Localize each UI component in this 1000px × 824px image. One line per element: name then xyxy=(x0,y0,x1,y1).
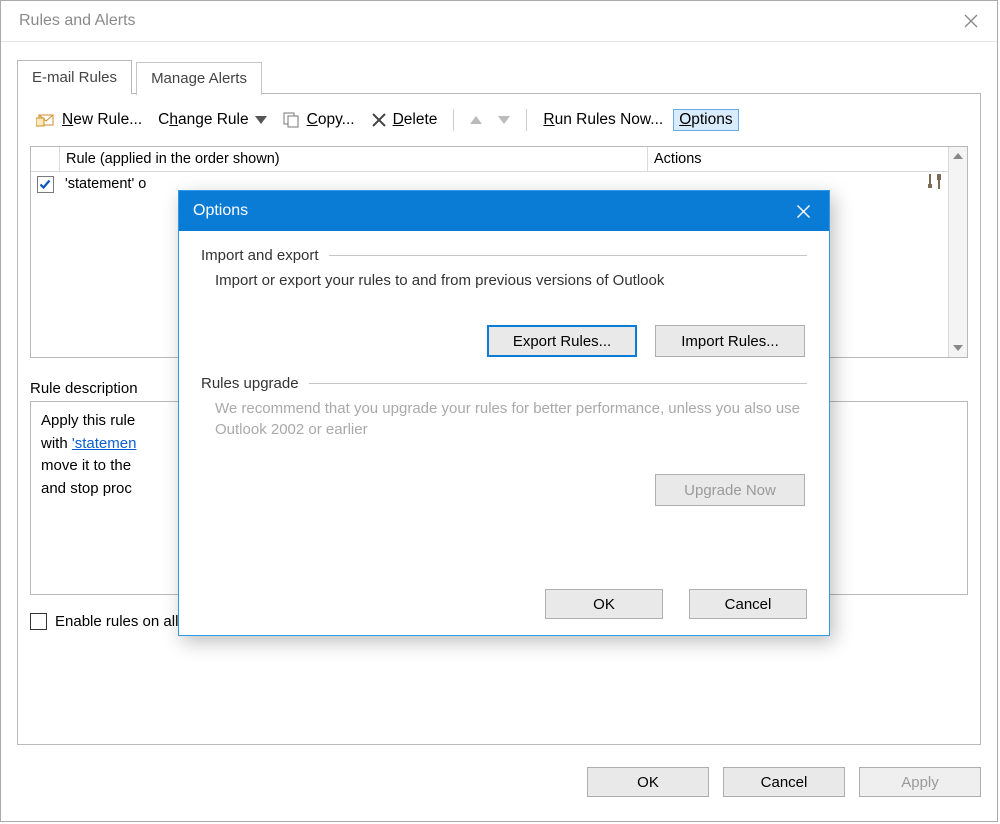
main-window-title: Rules and Alerts xyxy=(19,12,136,30)
delete-icon xyxy=(371,112,387,128)
toolbar-separator xyxy=(526,109,527,131)
rss-checkbox[interactable] xyxy=(30,613,47,630)
tabstrip: E-mail Rules Manage Alerts xyxy=(17,59,981,95)
import-export-section: Import and export Import or export your … xyxy=(201,247,807,357)
check-icon xyxy=(39,178,51,190)
rules-list-header: Rule (applied in the order shown) Action… xyxy=(31,147,948,172)
triangle-down-icon xyxy=(498,116,510,124)
import-export-title: Import and export xyxy=(201,247,319,264)
options-cancel-button[interactable]: Cancel xyxy=(689,589,807,619)
scroll-up-icon[interactable] xyxy=(949,147,967,165)
new-rule-label: New Rule... xyxy=(62,111,142,129)
options-label: Options xyxy=(679,111,732,129)
close-icon xyxy=(796,204,811,219)
tab-email-rules[interactable]: E-mail Rules xyxy=(17,60,132,94)
copy-label: Copy... xyxy=(307,111,355,129)
rules-scrollbar[interactable] xyxy=(948,147,967,357)
header-actions-col[interactable]: Actions xyxy=(648,147,948,171)
close-icon xyxy=(964,14,978,28)
options-titlebar: Options xyxy=(179,191,829,231)
rules-upgrade-title: Rules upgrade xyxy=(201,375,299,392)
main-close-button[interactable] xyxy=(949,5,993,37)
toolbar-separator xyxy=(453,109,454,131)
header-rule-col[interactable]: Rule (applied in the order shown) xyxy=(60,147,648,171)
main-apply-button: Apply xyxy=(859,767,981,797)
upgrade-now-button: Upgrade Now xyxy=(655,474,805,506)
dropdown-icon xyxy=(255,116,267,124)
options-close-button[interactable] xyxy=(781,195,825,227)
run-rules-now-label: Run Rules Now... xyxy=(543,111,663,129)
delete-label: Delete xyxy=(393,111,438,129)
change-rule-label: Change Rule xyxy=(158,111,249,129)
options-footer-buttons: OK Cancel xyxy=(545,589,807,619)
new-rule-button[interactable]: New Rule... xyxy=(30,109,148,131)
tab-manage-alerts[interactable]: Manage Alerts xyxy=(136,62,262,95)
desc-link[interactable]: 'statemen xyxy=(72,435,137,452)
rules-upgrade-desc: We recommend that you upgrade your rules… xyxy=(215,398,807,440)
header-checkbox-col xyxy=(31,147,60,171)
rule-actions-icon[interactable] xyxy=(926,173,944,195)
copy-icon xyxy=(283,112,301,128)
run-rules-now-button[interactable]: Run Rules Now... xyxy=(537,109,669,131)
options-button[interactable]: Options xyxy=(673,109,738,131)
export-rules-button[interactable]: Export Rules... xyxy=(487,325,637,357)
scroll-down-icon[interactable] xyxy=(949,339,967,357)
copy-button[interactable]: Copy... xyxy=(277,109,361,131)
import-export-desc: Import or export your rules to and from … xyxy=(215,270,807,291)
main-dialog-buttons: OK Cancel Apply xyxy=(587,767,981,797)
section-divider xyxy=(329,255,807,256)
delete-button[interactable]: Delete xyxy=(365,109,444,131)
new-rule-icon xyxy=(36,112,56,128)
options-ok-button[interactable]: OK xyxy=(545,589,663,619)
triangle-up-icon xyxy=(470,116,482,124)
rules-toolbar: New Rule... Change Rule Copy... xyxy=(30,104,968,136)
rule-checkbox[interactable] xyxy=(37,176,54,193)
section-divider xyxy=(309,383,807,384)
main-titlebar: Rules and Alerts xyxy=(1,1,997,42)
move-down-button[interactable] xyxy=(492,114,516,126)
change-rule-button[interactable]: Change Rule xyxy=(152,109,273,131)
rules-upgrade-section: Rules upgrade We recommend that you upgr… xyxy=(201,375,807,506)
main-ok-button[interactable]: OK xyxy=(587,767,709,797)
options-dialog: Options Import and export Import or expo… xyxy=(178,190,830,636)
options-title: Options xyxy=(193,202,248,220)
move-up-button[interactable] xyxy=(464,114,488,126)
import-rules-button[interactable]: Import Rules... xyxy=(655,325,805,357)
main-cancel-button[interactable]: Cancel xyxy=(723,767,845,797)
